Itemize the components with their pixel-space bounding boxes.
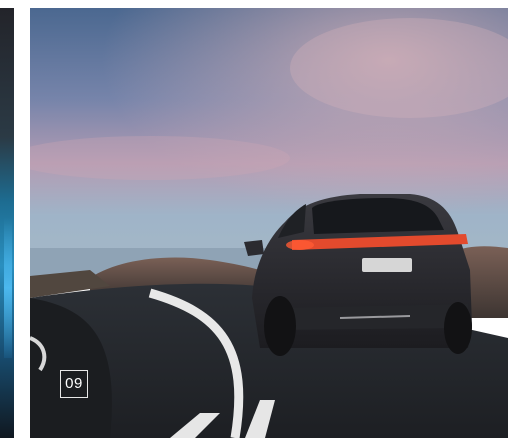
slide-number-badge: 09 — [60, 370, 88, 398]
previous-slide-light — [4, 218, 12, 358]
gallery-slide[interactable]: 09 — [30, 8, 508, 438]
previous-slide-image[interactable] — [0, 8, 14, 438]
car-photo — [30, 8, 508, 438]
